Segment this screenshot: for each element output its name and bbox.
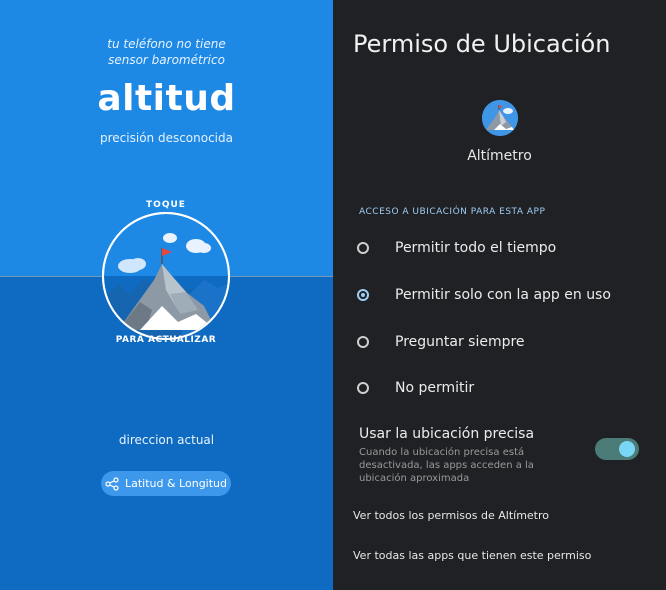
radio-button[interactable] — [357, 382, 369, 394]
option-label: Permitir solo con la app en uso — [395, 287, 611, 303]
altitude-value: altitud — [97, 78, 236, 119]
app-name: Altímetro — [467, 148, 532, 164]
share-icon — [105, 476, 119, 491]
option-allow-while-using[interactable]: Permitir solo con la app en uso — [357, 283, 611, 307]
precise-location-title: Usar la ubicación precisa — [359, 426, 535, 442]
toggle-knob — [619, 441, 635, 457]
lat-long-button[interactable]: Latitud & Longitud — [101, 471, 231, 496]
section-label: ACCESO A UBICACIÓN PARA ESTA APP — [359, 207, 546, 217]
tap-label-top: TOQUE — [146, 200, 186, 210]
option-deny[interactable]: No permitir — [357, 376, 474, 400]
option-ask-every-time[interactable]: Preguntar siempre — [357, 330, 525, 354]
altimeter-screen: tu teléfono no tiene sensor barométrico … — [0, 0, 333, 590]
link-all-apps[interactable]: Ver todas las apps que tienen este permi… — [353, 549, 591, 562]
mountain-icon — [482, 100, 518, 136]
sensor-notice-line1: tu teléfono no tiene — [107, 37, 226, 51]
option-label: No permitir — [395, 380, 475, 396]
sensor-notice-line2: sensor barométrico — [108, 53, 225, 67]
radio-button[interactable] — [357, 336, 369, 348]
address-label: direccion actual — [118, 433, 215, 447]
precise-location-toggle[interactable] — [595, 438, 639, 460]
option-label: Permitir todo el tiempo — [395, 240, 557, 256]
sensor-notice: tu teléfono no tiene sensor barométrico — [0, 36, 333, 68]
precision-label: precisión desconocida — [100, 131, 233, 145]
refresh-button[interactable] — [100, 210, 232, 342]
radio-button[interactable] — [357, 242, 369, 254]
radio-button-selected[interactable] — [357, 289, 369, 301]
precise-location-description: Cuando la ubicación precisa está desacti… — [359, 447, 534, 484]
option-label: Preguntar siempre — [395, 334, 525, 350]
option-allow-always[interactable]: Permitir todo el tiempo — [357, 236, 556, 260]
permission-screen: Permiso de Ubicación Altímetro ACCESO A … — [333, 0, 666, 590]
mountain-illustration-icon — [102, 212, 230, 340]
lat-long-label: Latitud & Longitud — [124, 477, 228, 490]
page-title: Permiso de Ubicación — [353, 30, 611, 58]
tap-label-bottom: PARA ACTUALIZAR — [115, 335, 217, 345]
link-all-permissions[interactable]: Ver todos los permisos de Altímetro — [353, 509, 549, 522]
